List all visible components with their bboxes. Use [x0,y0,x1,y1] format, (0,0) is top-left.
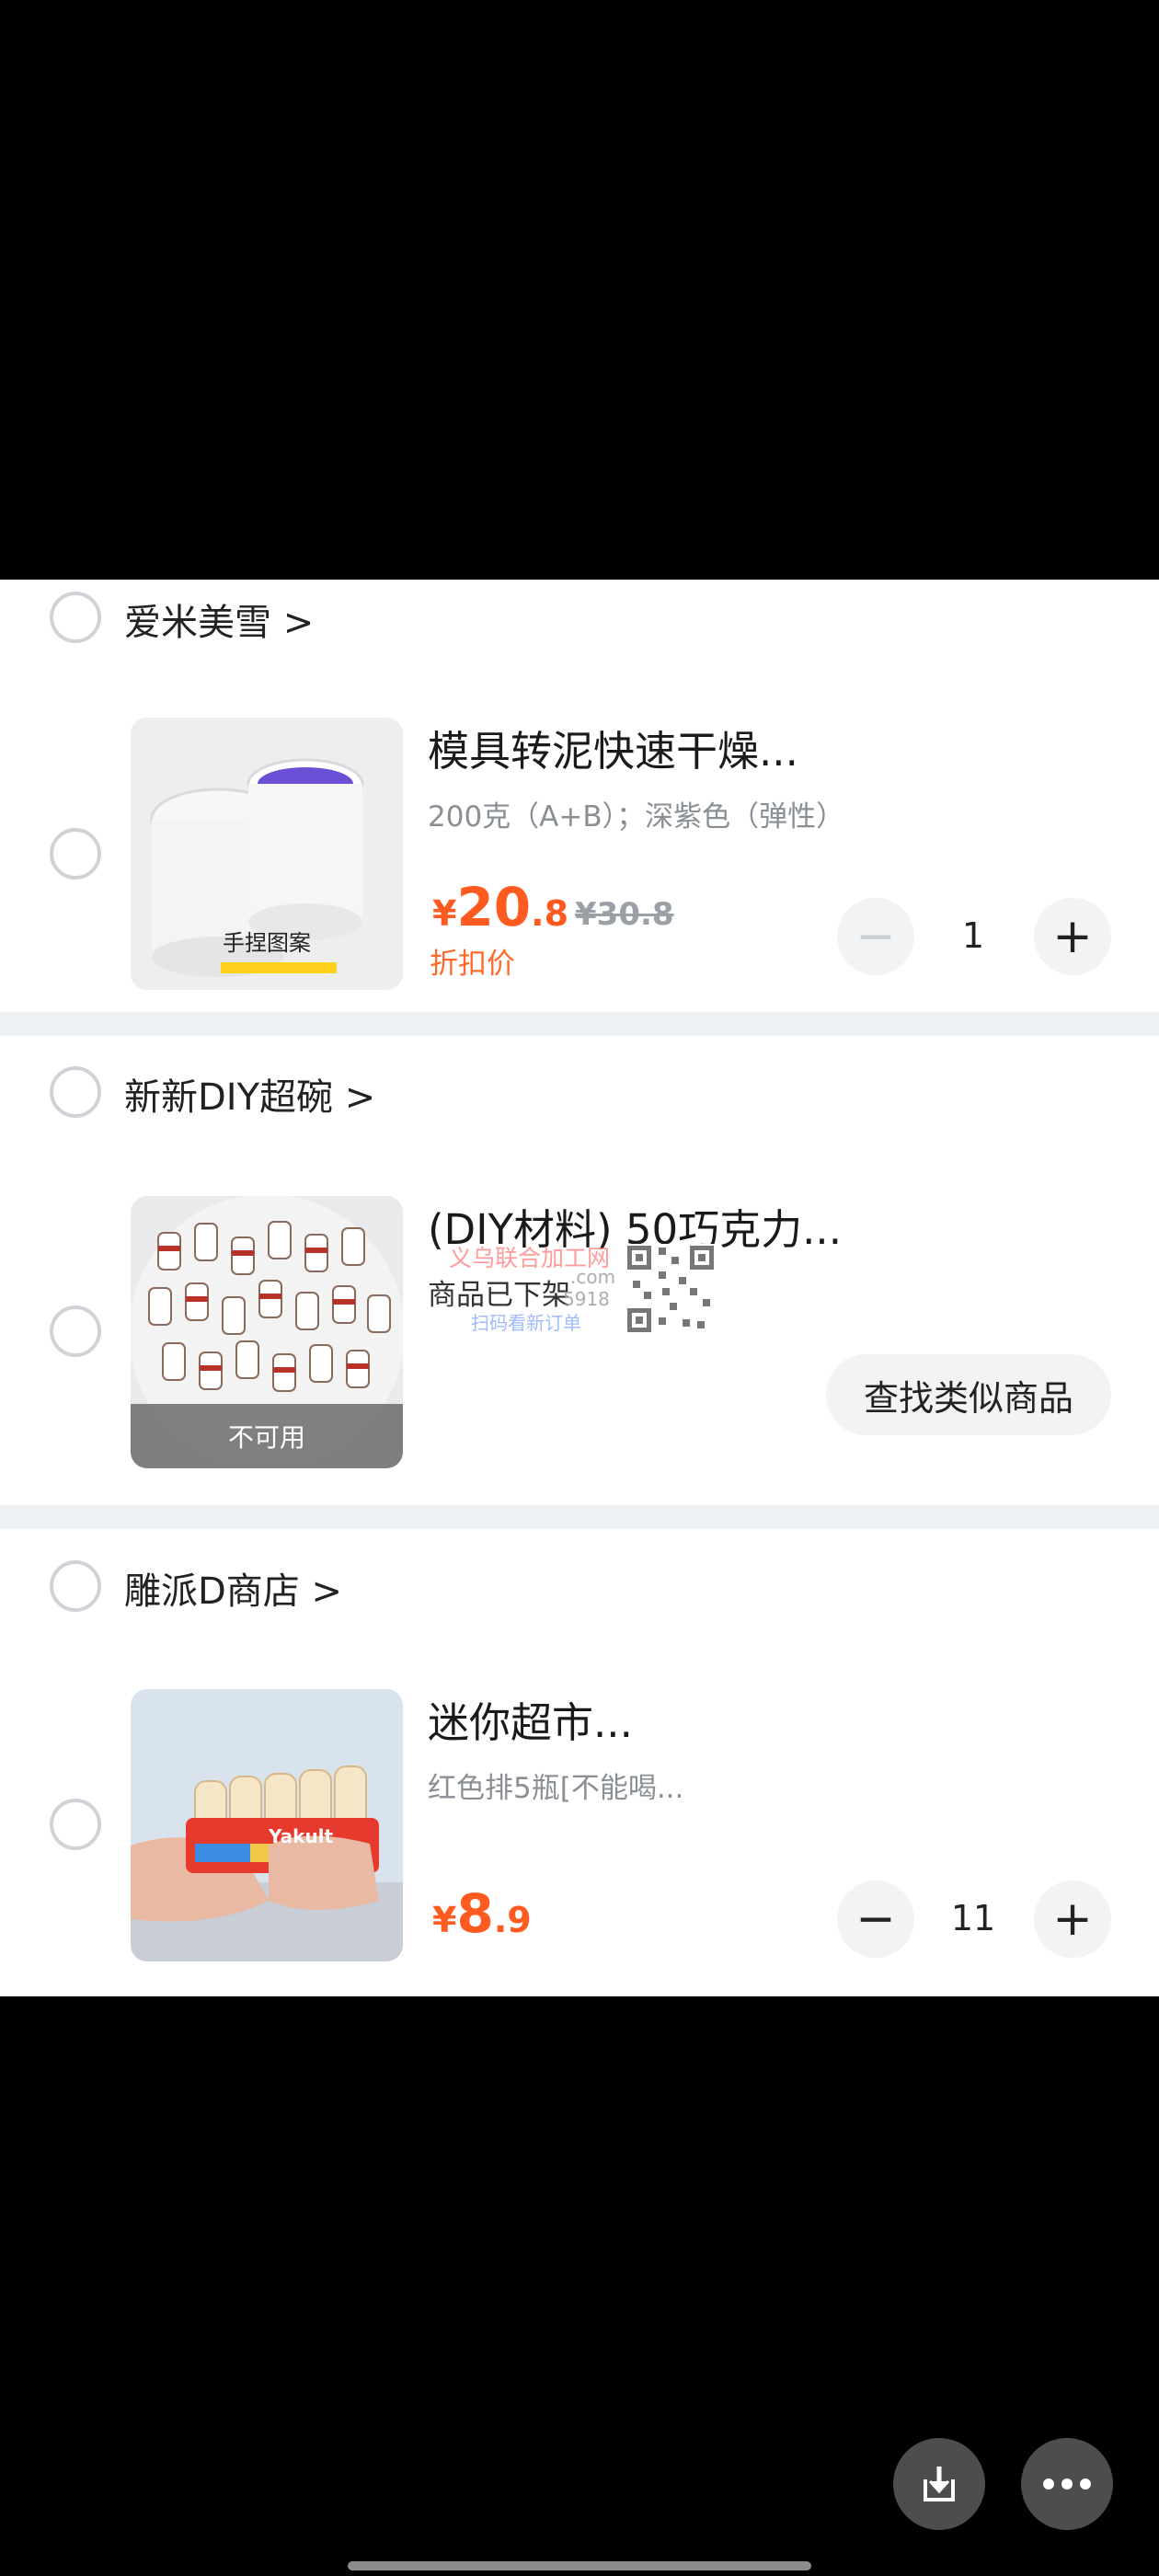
price-integer: 20 [456,876,532,938]
watermark-text: .com [570,1266,616,1288]
price-currency: ¥ [432,1900,457,1940]
item-select-radio[interactable] [50,828,101,880]
item-select-radio[interactable] [50,1799,101,1850]
product-variant[interactable]: 红色排5瓶[不能喝... [428,1765,683,1806]
product-price: ¥20.8 [432,876,568,938]
section-divider [0,1012,1159,1036]
section-divider [0,1505,1159,1529]
more-options-button[interactable] [1021,2438,1113,2530]
watermark-text: 5918 [563,1288,610,1310]
shop-select-radio[interactable] [50,1066,101,1118]
product-image[interactable]: 手捏图案 [131,718,403,990]
image-caption: 手捏图案 [223,930,311,956]
shop-name-link[interactable]: 新新DIY超碗 > [124,1067,375,1121]
discount-label: 折扣价 [430,948,515,981]
shop-section: 新新DIY超碗 > 不可用 (DIY材料) 50巧克力... 商品已下架 义乌联… [0,1036,1159,1505]
shop-select-radio[interactable] [50,1560,101,1612]
shop-name-link[interactable]: 爱米美雪 > [124,592,314,646]
price-currency: ¥ [432,893,457,934]
item-status: 商品已下架 [428,1279,570,1312]
quantity-increase-button[interactable]: + [1034,898,1111,975]
product-variant[interactable]: 200克（A+B）；深紫色（弹性） [428,793,844,834]
shop-section: 雕派D商店 > Yakult 迷你超市... 红色排5瓶[不能喝... ¥8.9… [0,1529,1159,1996]
price-decimal: .9 [493,1900,532,1940]
quantity-decrease-button[interactable]: − [837,1880,914,1958]
unavailable-overlay: 不可用 [131,1404,403,1468]
price-integer: 8 [456,1882,494,1945]
product-image[interactable]: Yakult [131,1689,403,1961]
quantity-increase-button[interactable]: + [1034,1880,1111,1958]
download-button[interactable] [893,2438,985,2530]
shop-select-radio[interactable] [50,592,101,643]
quantity-value[interactable]: 1 [932,915,1015,956]
item-select-radio[interactable] [50,1305,101,1357]
product-image[interactable]: 不可用 [131,1196,403,1468]
cart-content: 爱米美雪 > 手捏图案 模具转泥快速干燥... 200克（A+B）；深紫色（弹性… [0,580,1159,1996]
shop-section: 爱米美雪 > 手捏图案 模具转泥快速干燥... 200克（A+B）；深紫色（弹性… [0,580,1159,1012]
mini-yakult-image [131,1689,403,1961]
more-icon [1043,2478,1091,2490]
original-price: ¥30.8 [575,896,674,933]
find-similar-button[interactable]: 查找类似商品 [826,1354,1111,1435]
watermark-qr-icon [625,1244,716,1334]
shop-name-link[interactable]: 雕派D商店 > [124,1561,342,1615]
product-price: ¥8.9 [432,1882,532,1945]
image-label: Yakult [269,1825,334,1847]
home-indicator[interactable] [348,2561,811,2570]
quantity-decrease-button[interactable]: − [837,898,914,975]
quantity-value[interactable]: 11 [932,1898,1015,1938]
download-icon [924,2467,955,2501]
product-title[interactable]: 迷你超市... [428,1689,633,1749]
watermark-text: 扫码看新订单 [471,1312,581,1334]
price-decimal: .8 [531,893,569,934]
product-title[interactable]: 模具转泥快速干燥... [428,718,798,777]
